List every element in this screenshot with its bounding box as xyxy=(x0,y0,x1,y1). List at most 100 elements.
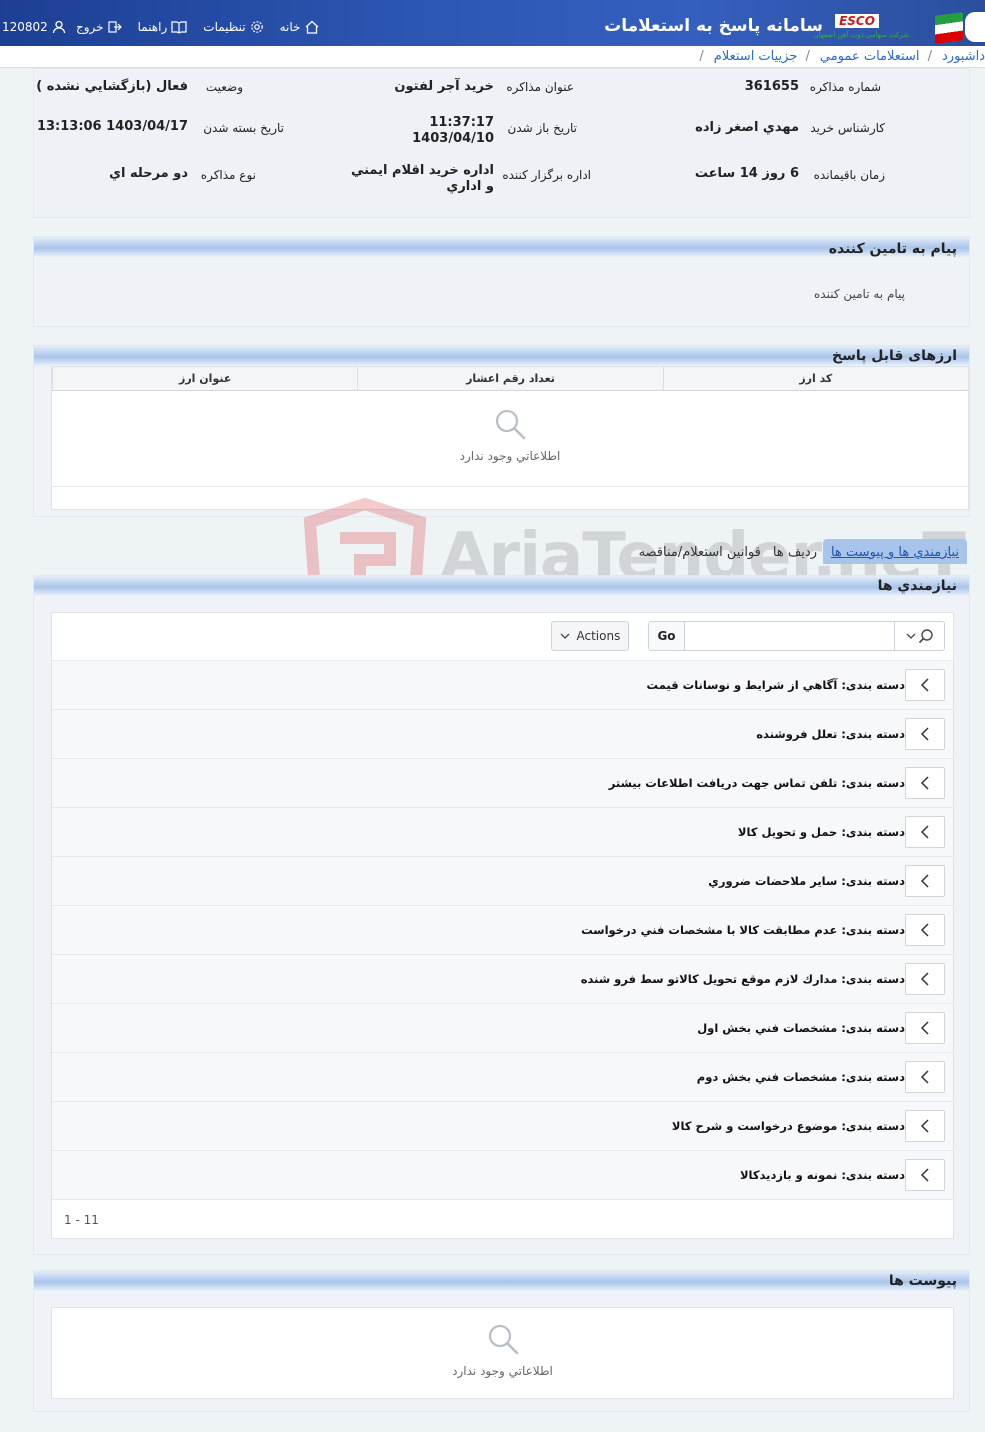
list-item[interactable]: دسته بندی: ساير ملاحضات ضروري xyxy=(52,857,953,906)
expand-button[interactable] xyxy=(905,963,945,995)
section-title: پيام به تامين كننده xyxy=(828,241,957,257)
expand-button[interactable] xyxy=(905,865,945,897)
detail-tabs: نيازمندي ها و پيوست ها رديف ها قوانين اس… xyxy=(633,534,967,564)
remaining-value: 6 روز 14 ساعت xyxy=(694,166,799,181)
type-value: دو مرحله اي xyxy=(109,166,188,181)
chevron-left-icon xyxy=(920,1070,929,1084)
top-bar: 120802 خروج راهنما تنظیمات خانه سامانه پ… xyxy=(0,0,985,46)
logout-icon xyxy=(107,21,122,33)
expand-button[interactable] xyxy=(905,816,945,848)
book-icon xyxy=(171,21,187,34)
search-input[interactable] xyxy=(686,622,894,650)
column-header[interactable]: كد ارز xyxy=(662,367,968,390)
breadcrumb-separator: / xyxy=(805,49,810,64)
search-field[interactable]: Go xyxy=(648,621,945,651)
status-value: فعال (بازگشايي نشده ) xyxy=(36,79,188,94)
home-link[interactable]: خانه xyxy=(280,20,321,34)
search-column-selector[interactable] xyxy=(894,622,944,650)
list-item[interactable]: دسته بندی: حمل و تحويل كالا xyxy=(52,808,953,857)
list-item[interactable]: دسته بندی: تلفن تماس جهت دريافت اطلاعات … xyxy=(52,759,953,808)
list-item-label: دسته بندی: آگاهي از شرايط و نوسانات قيمت xyxy=(646,678,905,692)
expand-button[interactable] xyxy=(905,914,945,946)
breadcrumb: داشبورد / استعلامات عمومي / جزييات استعلام… xyxy=(0,46,985,68)
user-icon xyxy=(52,20,65,34)
list-item[interactable]: دسته بندی: نمونه و بازديدكالا xyxy=(52,1151,953,1200)
supplier-message-text: پيام به تامين كننده xyxy=(814,287,905,301)
search-icon xyxy=(495,409,526,440)
chevron-left-icon xyxy=(920,1021,929,1035)
list-item[interactable]: دسته بندی: موضوع درخواست و شرح كالا xyxy=(52,1102,953,1151)
chevron-left-icon xyxy=(920,776,929,790)
number-label: شماره مذاکره xyxy=(809,80,881,94)
list-item-label: دسته بندی: نمونه و بازديدكالا xyxy=(739,1168,905,1182)
list-item[interactable]: دسته بندی: عدم مطابقت كالا با مشخصات فني… xyxy=(52,906,953,955)
tab-rows[interactable]: رديف ها xyxy=(767,545,823,564)
subject-label: عنوان مذاكره xyxy=(506,80,574,94)
list-item-label: دسته بندی: تلفن تماس جهت دريافت اطلاعات … xyxy=(608,776,905,790)
column-header[interactable]: عنوان ارز xyxy=(52,367,357,390)
section-header-bar xyxy=(34,1271,969,1291)
empty-state: اطلاعاتي وجود ندارد xyxy=(52,1322,953,1378)
list-item[interactable]: دسته بندی: مشخصات فني بخش دوم xyxy=(52,1053,953,1102)
org-value-line1: اداره خريد اقلام ايمني xyxy=(350,163,494,178)
home-icon xyxy=(306,20,319,34)
requirements-panel: نيازمندي ها Go Actions دسته بندی: آگاهي … xyxy=(33,575,970,1255)
currency-panel: ارزهای قابل پاسخ كد ارز تعداد رقم اعشار … xyxy=(33,345,970,517)
list-item-label: دسته بندی: عدم مطابقت كالا با مشخصات فني… xyxy=(581,923,905,937)
expand-button[interactable] xyxy=(905,669,945,701)
report-toolbar: Go Actions xyxy=(52,613,953,661)
list-item[interactable]: دسته بندی: تعلل فروشنده xyxy=(52,710,953,759)
status-label: وضعيت xyxy=(205,80,243,94)
expand-button[interactable] xyxy=(905,1061,945,1093)
chevron-left-icon xyxy=(920,972,929,986)
empty-text: اطلاعاتي وجود ندارد xyxy=(459,449,561,463)
go-button[interactable]: Go xyxy=(649,622,685,650)
user-menu[interactable]: 120802 xyxy=(2,20,66,34)
list-item-label: دسته بندی: حمل و تحويل كالا xyxy=(737,825,905,839)
requirements-list: دسته بندی: آگاهي از شرايط و نوسانات قيمت… xyxy=(52,661,953,1200)
settings-label: تنظیمات xyxy=(203,20,246,34)
section-title: نيازمندي ها xyxy=(877,578,957,594)
actions-label: Actions xyxy=(576,629,621,643)
breadcrumb-inquiry-details[interactable]: جزييات استعلام xyxy=(714,49,798,64)
tab-inquiry-rules[interactable]: قوانين استعلام/مناقصه xyxy=(633,545,767,564)
breadcrumb-public-inquiries[interactable]: استعلامات عمومي xyxy=(820,49,920,64)
list-item[interactable]: دسته بندی: مشخصات فني بخش اول xyxy=(52,1004,953,1053)
expand-button[interactable] xyxy=(905,767,945,799)
chevron-left-icon xyxy=(920,1168,929,1182)
expand-button[interactable] xyxy=(905,1159,945,1191)
org-label: اداره برگزار كننده xyxy=(502,168,591,182)
help-link[interactable]: راهنما xyxy=(138,20,188,34)
breadcrumb-separator: / xyxy=(699,49,704,64)
open-date-value: 1403/04/10 xyxy=(412,131,494,146)
user-id: 120802 xyxy=(2,20,48,34)
settings-link[interactable]: تنظیمات xyxy=(203,20,263,34)
expand-button[interactable] xyxy=(905,1110,945,1142)
list-item[interactable]: دسته بندی: آگاهي از شرايط و نوسانات قيمت xyxy=(52,661,953,710)
list-item-label: دسته بندی: مشخصات فني بخش اول xyxy=(697,1021,905,1035)
breadcrumb-dashboard[interactable]: داشبورد xyxy=(942,49,985,64)
chevron-left-icon xyxy=(920,923,929,937)
esco-logo: ESCO xyxy=(835,14,879,28)
list-item-label: دسته بندی: مشخصات فني بخش دوم xyxy=(696,1070,905,1084)
chevron-down-icon xyxy=(906,633,915,639)
tab-requirements-attachments[interactable]: نيازمندي ها و پيوست ها xyxy=(822,539,967,564)
home-label: خانه xyxy=(279,20,301,34)
emblem-logo xyxy=(965,12,985,42)
inquiry-info-panel: شماره مذاکره 361655 عنوان مذاكره خريد آج… xyxy=(33,68,970,218)
supplier-message-panel: پيام به تامين كننده پيام به تامين كننده xyxy=(33,236,970,327)
gear-icon xyxy=(250,21,263,33)
logo-subtitle: شرکت سهامی ذوب آهن اصفهان xyxy=(813,31,909,39)
help-label: راهنما xyxy=(137,20,168,34)
subject-value: خريد آجر لفتون xyxy=(394,79,494,94)
actions-menu-button[interactable]: Actions xyxy=(551,621,629,651)
expert-label: كارشناس خريد xyxy=(810,121,885,135)
chevron-left-icon xyxy=(920,825,929,839)
requirements-report: Go Actions دسته بندی: آگاهي از شرايط و ن… xyxy=(51,612,954,1239)
logout-link[interactable]: خروج xyxy=(76,20,122,34)
expand-button[interactable] xyxy=(905,718,945,750)
column-header[interactable]: تعداد رقم اعشار xyxy=(357,367,662,390)
type-label: نوع مذاكره xyxy=(200,168,256,182)
list-item[interactable]: دسته بندی: مدارك لازم موقع تحويل كالاتو … xyxy=(52,955,953,1004)
expand-button[interactable] xyxy=(905,1012,945,1044)
